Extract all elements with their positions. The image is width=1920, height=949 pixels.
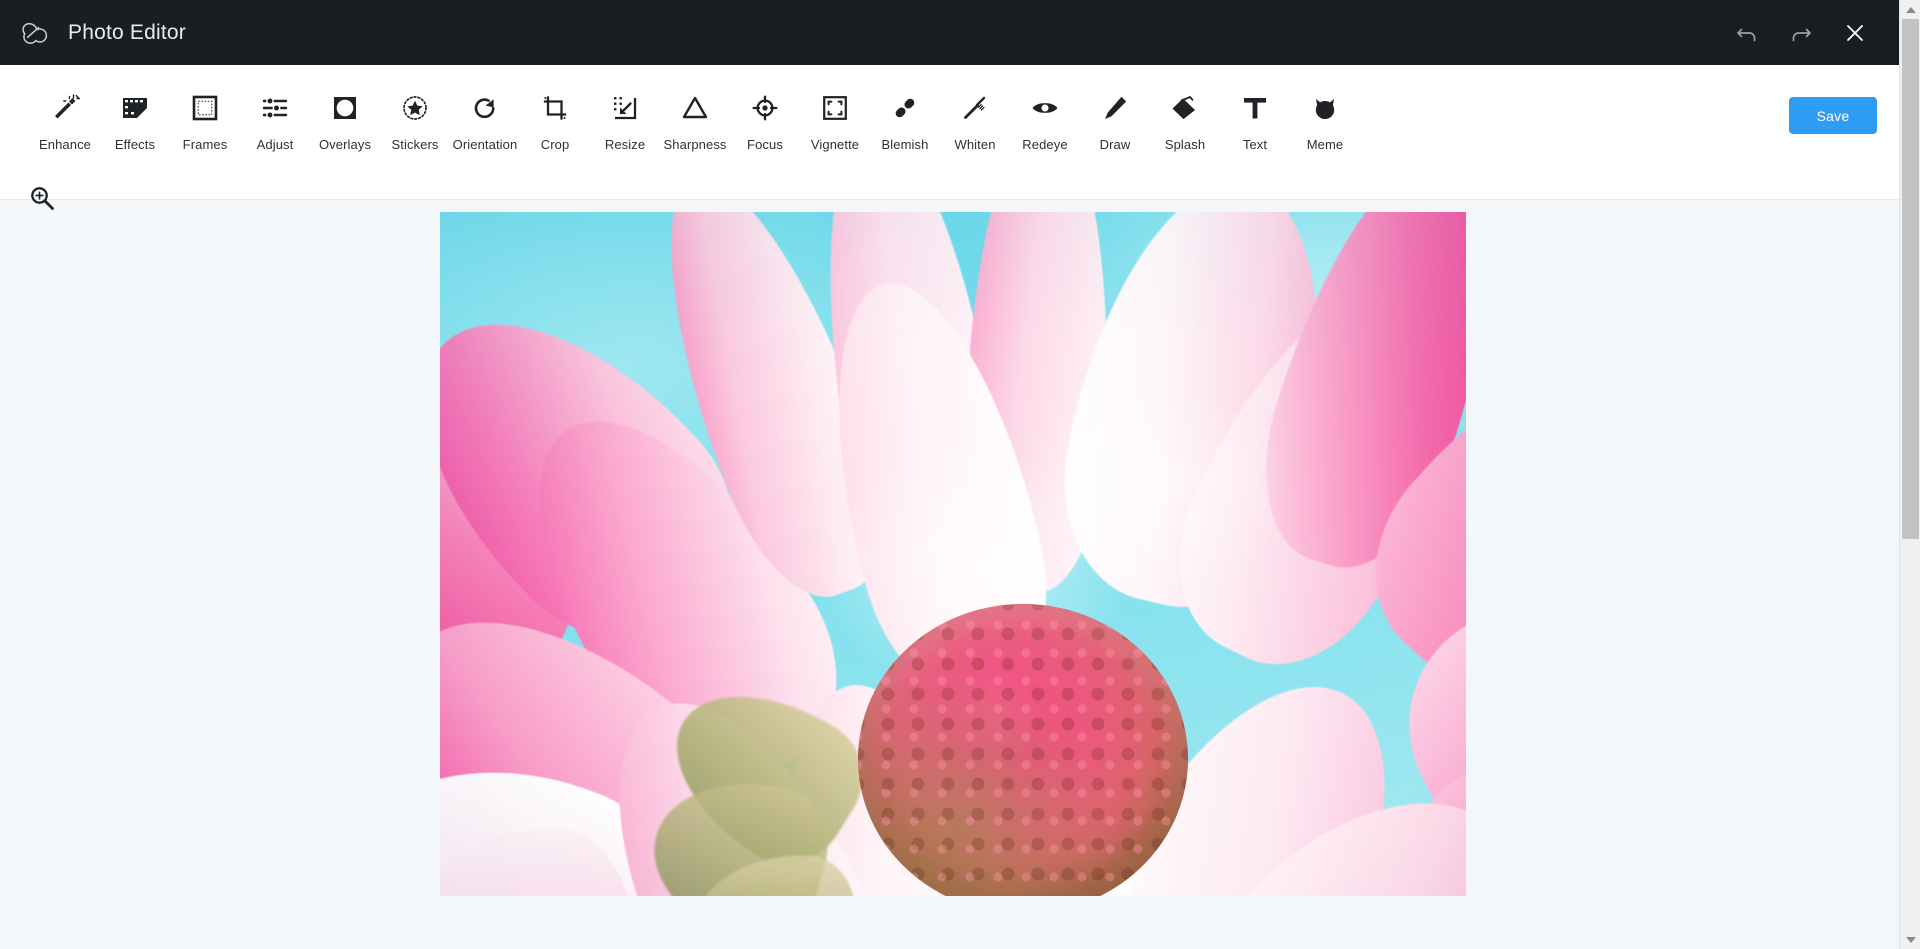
tool-label: Sharpness: [663, 137, 727, 152]
tool-effects[interactable]: Effects: [100, 83, 170, 151]
film-strip-icon: [120, 87, 150, 129]
tool-blemish[interactable]: Blemish: [870, 83, 940, 151]
canvas-area: [0, 200, 1899, 949]
pencil-icon: [1100, 87, 1130, 129]
tool-overlays[interactable]: Overlays: [310, 83, 380, 151]
tool-label: Enhance: [38, 137, 92, 152]
photo-editor-window: Photo Editor Enhance Effects Frames Adju…: [0, 0, 1920, 949]
title-bar: Photo Editor: [0, 0, 1899, 65]
app-brand: Photo Editor: [0, 16, 186, 50]
tool-redeye[interactable]: Redeye: [1010, 83, 1080, 151]
focus-crosshair-icon: [750, 87, 780, 129]
cat-head-icon: [1310, 87, 1340, 129]
tool-label: Crop: [540, 137, 570, 152]
app-title: Photo Editor: [68, 20, 186, 44]
resize-arrow-icon: [610, 87, 640, 129]
tool-orientation[interactable]: Orientation: [450, 83, 520, 151]
overlay-circle-icon: [330, 87, 360, 129]
tool-whiten[interactable]: Whiten: [940, 83, 1010, 151]
core-texture-floret-highlights: [858, 604, 1188, 896]
triangle-sharpness-icon: [680, 87, 710, 129]
tool-sharpness[interactable]: Sharpness: [660, 83, 730, 151]
tool-meme[interactable]: Meme: [1290, 83, 1360, 151]
tool-label: Overlays: [318, 137, 372, 152]
tool-label: Vignette: [810, 137, 860, 152]
sliders-icon: [260, 87, 290, 129]
undo-button[interactable]: [1725, 11, 1769, 55]
tool-stickers[interactable]: Stickers: [380, 83, 450, 151]
tool-label: Redeye: [1022, 137, 1068, 152]
tool-label: Whiten: [954, 137, 996, 152]
crop-icon: [540, 87, 570, 129]
redo-arrow-icon: [1788, 20, 1814, 46]
scroll-thumb[interactable]: [1902, 19, 1919, 539]
tool-label: Frames: [182, 137, 228, 152]
flower-core: [858, 604, 1188, 896]
redo-button[interactable]: [1779, 11, 1823, 55]
tool-label: Text: [1242, 137, 1268, 152]
toothbrush-icon: [960, 87, 990, 129]
tool-label: Blemish: [881, 137, 929, 152]
tool-label: Adjust: [256, 137, 294, 152]
tool-enhance[interactable]: Enhance: [30, 83, 100, 151]
tool-list: Enhance Effects Frames Adjust Overlays S…: [0, 65, 1360, 151]
tool-label: Draw: [1099, 137, 1131, 152]
tool-text[interactable]: Text: [1220, 83, 1290, 151]
tool-label: Splash: [1164, 137, 1206, 152]
tool-vignette[interactable]: Vignette: [800, 83, 870, 151]
magnifier-plus-icon: [28, 184, 56, 217]
eye-icon: [1030, 87, 1060, 129]
tool-label: Resize: [604, 137, 646, 152]
tool-label: Focus: [747, 137, 783, 152]
close-button[interactable]: [1833, 11, 1877, 55]
save-button-container: Save: [1789, 65, 1899, 134]
tool-resize[interactable]: Resize: [590, 83, 660, 151]
tool-splash[interactable]: Splash: [1150, 83, 1220, 151]
creative-cloud-logo-icon: [18, 16, 52, 50]
pink-daisy-flower-photo[interactable]: [440, 212, 1466, 896]
bandage-icon: [890, 87, 920, 129]
star-sticker-icon: [400, 87, 430, 129]
undo-arrow-icon: [1734, 20, 1760, 46]
paint-bucket-icon: [1170, 87, 1200, 129]
tool-draw[interactable]: Draw: [1080, 83, 1150, 151]
save-button[interactable]: Save: [1789, 97, 1877, 134]
tool-label: Effects: [114, 137, 156, 152]
title-bar-actions: [1725, 11, 1899, 55]
tool-focus[interactable]: Focus: [730, 83, 800, 151]
magic-wand-icon: [50, 87, 80, 129]
rotate-arrow-icon: [470, 87, 500, 129]
zoom-in-tool-button[interactable]: [20, 178, 64, 222]
tool-adjust[interactable]: Adjust: [240, 83, 310, 151]
tool-frames[interactable]: Frames: [170, 83, 240, 151]
text-t-icon: [1240, 87, 1270, 129]
tool-label: Stickers: [391, 137, 439, 152]
tool-label: Orientation: [452, 137, 518, 152]
scroll-up-icon[interactable]: [1900, 0, 1920, 19]
scroll-down-icon[interactable]: [1900, 930, 1920, 949]
close-x-icon: [1842, 20, 1868, 46]
tool-crop[interactable]: Crop: [520, 83, 590, 151]
tool-bar: Enhance Effects Frames Adjust Overlays S…: [0, 65, 1899, 200]
vertical-scrollbar[interactable]: [1899, 0, 1920, 949]
tool-label: Meme: [1306, 137, 1344, 152]
frame-square-icon: [190, 87, 220, 129]
vignette-corners-icon: [820, 87, 850, 129]
